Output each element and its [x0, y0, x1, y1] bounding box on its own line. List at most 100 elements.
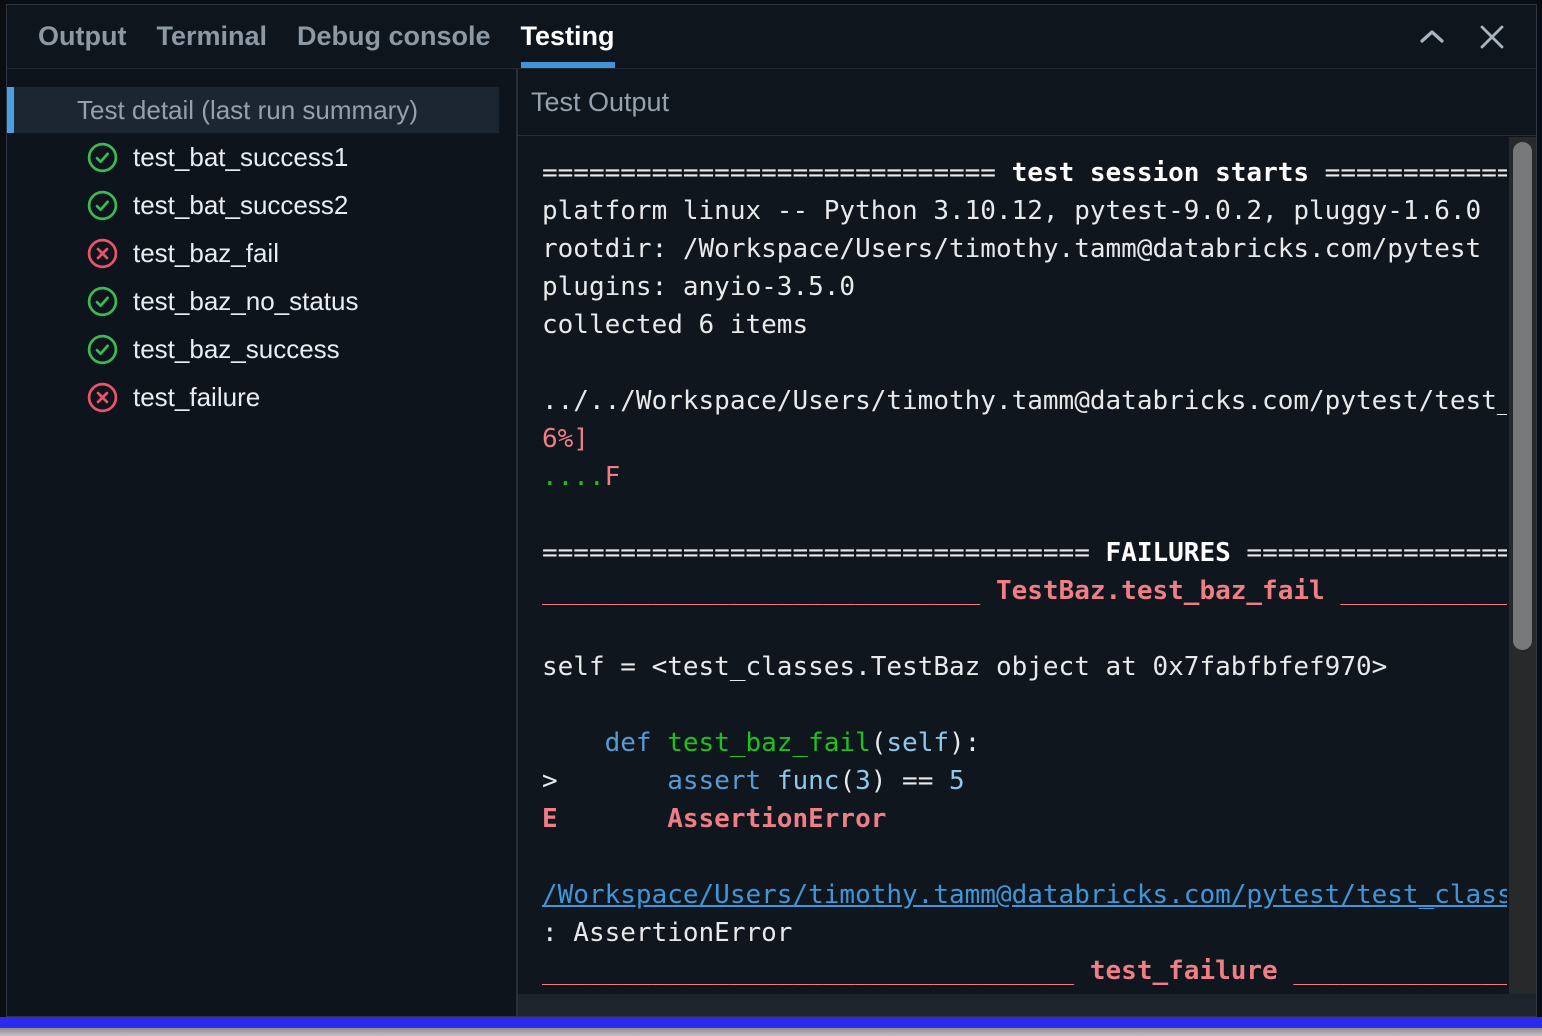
test-item-test_bat_success2[interactable]: test_bat_success2: [7, 181, 516, 229]
console-segment: plugins: anyio-3.5.0: [542, 272, 856, 302]
test-output-title: Test Output: [518, 69, 1536, 136]
console-segment: 3: [855, 766, 871, 796]
console-line: collected 6 items: [542, 306, 1507, 344]
console-segment: [542, 728, 605, 758]
x-circle-icon: [87, 238, 118, 268]
console-line: platform linux -- Python 3.10.12, pytest…: [542, 192, 1507, 230]
console-segment: =========================: [1246, 538, 1507, 568]
panel-tabbar: Output Terminal Debug console Testing: [7, 5, 1536, 69]
console-segment: ):: [949, 728, 981, 758]
console-segment: TestBaz.test_baz_fail: [995, 576, 1325, 606]
horizontal-scrollbar[interactable]: [518, 994, 1536, 1016]
console-segment: __________________________________: [542, 956, 1090, 986]
test-item-test_failure[interactable]: test_failure: [7, 373, 516, 421]
console-segment: 5: [949, 766, 965, 796]
console-segment: platform linux -- Python 3.10.12, pytest…: [542, 196, 1482, 226]
console-segment: : AssertionError: [542, 918, 793, 948]
check-circle-icon: [87, 142, 118, 172]
test-item-test_baz_fail[interactable]: test_baz_fail: [7, 229, 516, 277]
console-line: self = <test_classes.TestBaz object at 0…: [542, 648, 1507, 686]
console-line: E AssertionError: [542, 800, 1507, 838]
window-bottom-border: [0, 1017, 1542, 1028]
console-line: : AssertionError: [542, 914, 1507, 952]
test-item-test_baz_success[interactable]: test_baz_success: [7, 325, 516, 373]
console-segment: ________________: [1293, 956, 1507, 986]
console-segment: 6%]: [542, 424, 589, 454]
test-item-label: test_failure: [133, 381, 261, 412]
tab-testing[interactable]: Testing: [520, 5, 615, 68]
test-item-label: test_bat_success1: [133, 141, 349, 172]
console-segment: ===================================: [542, 538, 1106, 568]
console-segment: ____________________________: [542, 576, 996, 606]
tab-output[interactable]: Output: [38, 5, 126, 68]
test-item-label: test_bat_success2: [133, 189, 349, 220]
console-line: ____________________________ TestBaz.tes…: [542, 572, 1507, 610]
test-item-test_bat_success1[interactable]: test_bat_success1: [7, 133, 516, 181]
console-segment: [652, 728, 668, 758]
check-circle-icon: [87, 334, 118, 364]
check-circle-icon: [87, 190, 118, 220]
console-segment: test_baz_fail: [667, 728, 871, 758]
panel-tabs: Output Terminal Debug console Testing: [38, 5, 615, 68]
console-segment: ../../Workspace/Users/timothy.tamm@datab…: [542, 386, 1507, 416]
console-line: rootdir: /Workspace/Users/timothy.tamm@d…: [542, 230, 1507, 268]
console-segment: assert: [667, 766, 762, 796]
testing-panel-window: Output Terminal Debug console Testing Test …: [6, 4, 1537, 1017]
console-segment: _______________: [1340, 576, 1507, 606]
console-segment: FAILURES: [1105, 538, 1231, 568]
tab-debug-console[interactable]: Debug console: [297, 5, 491, 68]
check-circle-icon: [87, 286, 118, 316]
console-segment: (: [839, 766, 856, 796]
selection-accent-bar: [7, 87, 14, 133]
console-segment: test session starts: [1011, 158, 1310, 188]
close-icon[interactable]: [1478, 23, 1506, 51]
console-segment: >: [542, 766, 668, 796]
panel-controls: [1418, 23, 1506, 51]
chevron-up-icon[interactable]: [1418, 28, 1446, 46]
test-tree-sidebar: Test detail (last run summary) test_bat_…: [7, 69, 516, 1016]
console-segment: ....: [542, 462, 605, 492]
screen-bottom-edge: [0, 1028, 1542, 1036]
console-segment: E AssertionError: [542, 804, 887, 834]
test-output-console[interactable]: ============================= test sessi…: [518, 137, 1536, 1016]
test-detail-header[interactable]: Test detail (last run summary): [7, 87, 499, 133]
console-segment: def: [604, 728, 652, 758]
vertical-scrollbar-thumb[interactable]: [1513, 142, 1532, 650]
console-line: =================================== FAIL…: [542, 534, 1507, 572]
test-item-test_baz_no_status[interactable]: test_baz_no_status: [7, 277, 516, 325]
file-link[interactable]: /Workspace/Users/timothy.tamm@databricks…: [542, 880, 1507, 910]
console-line: ../../Workspace/Users/timothy.tamm@datab…: [542, 382, 1507, 420]
vertical-scrollbar[interactable]: [1509, 137, 1536, 994]
console-line: /Workspace/Users/timothy.tamm@databricks…: [542, 876, 1507, 914]
console-line: __________________________________ test_…: [542, 952, 1507, 990]
console-segment: (: [870, 728, 887, 758]
console-segment: F: [604, 462, 621, 492]
test-detail-header-label: Test detail (last run summary): [77, 94, 418, 125]
test-item-label: test_baz_success: [133, 333, 340, 364]
test-output-panel: Test Output ============================…: [518, 69, 1536, 1016]
tab-terminal[interactable]: Terminal: [156, 5, 267, 68]
console-segment: collected 6 items: [542, 310, 809, 340]
test-item-label: test_baz_no_status: [133, 285, 359, 316]
console-line: > assert func(3) == 5: [542, 762, 1507, 800]
console-line: ============================= test sessi…: [542, 154, 1507, 192]
x-circle-icon: [87, 382, 118, 412]
test-list: test_bat_success1 test_bat_success2 test_b…: [7, 133, 516, 421]
console-segment: =============================: [542, 158, 1012, 188]
console-segment: self = <test_classes.TestBaz object at 0…: [542, 652, 1388, 682]
console-line: def test_baz_fail(self):: [542, 724, 1507, 762]
console-line: ....F: [542, 458, 1507, 496]
test-item-label: test_baz_fail: [133, 237, 279, 268]
console-text: ============================= test sessi…: [542, 154, 1507, 994]
panel-content: Test detail (last run summary) test_bat_…: [7, 69, 1536, 1016]
console-segment: ====================: [1324, 158, 1507, 188]
console-segment: test_failure: [1089, 956, 1278, 986]
console-segment: [761, 766, 777, 796]
console-line: 6%]: [542, 420, 1507, 458]
console-line: plugins: anyio-3.5.0: [542, 268, 1507, 306]
console-segment: ) ==: [870, 766, 950, 796]
